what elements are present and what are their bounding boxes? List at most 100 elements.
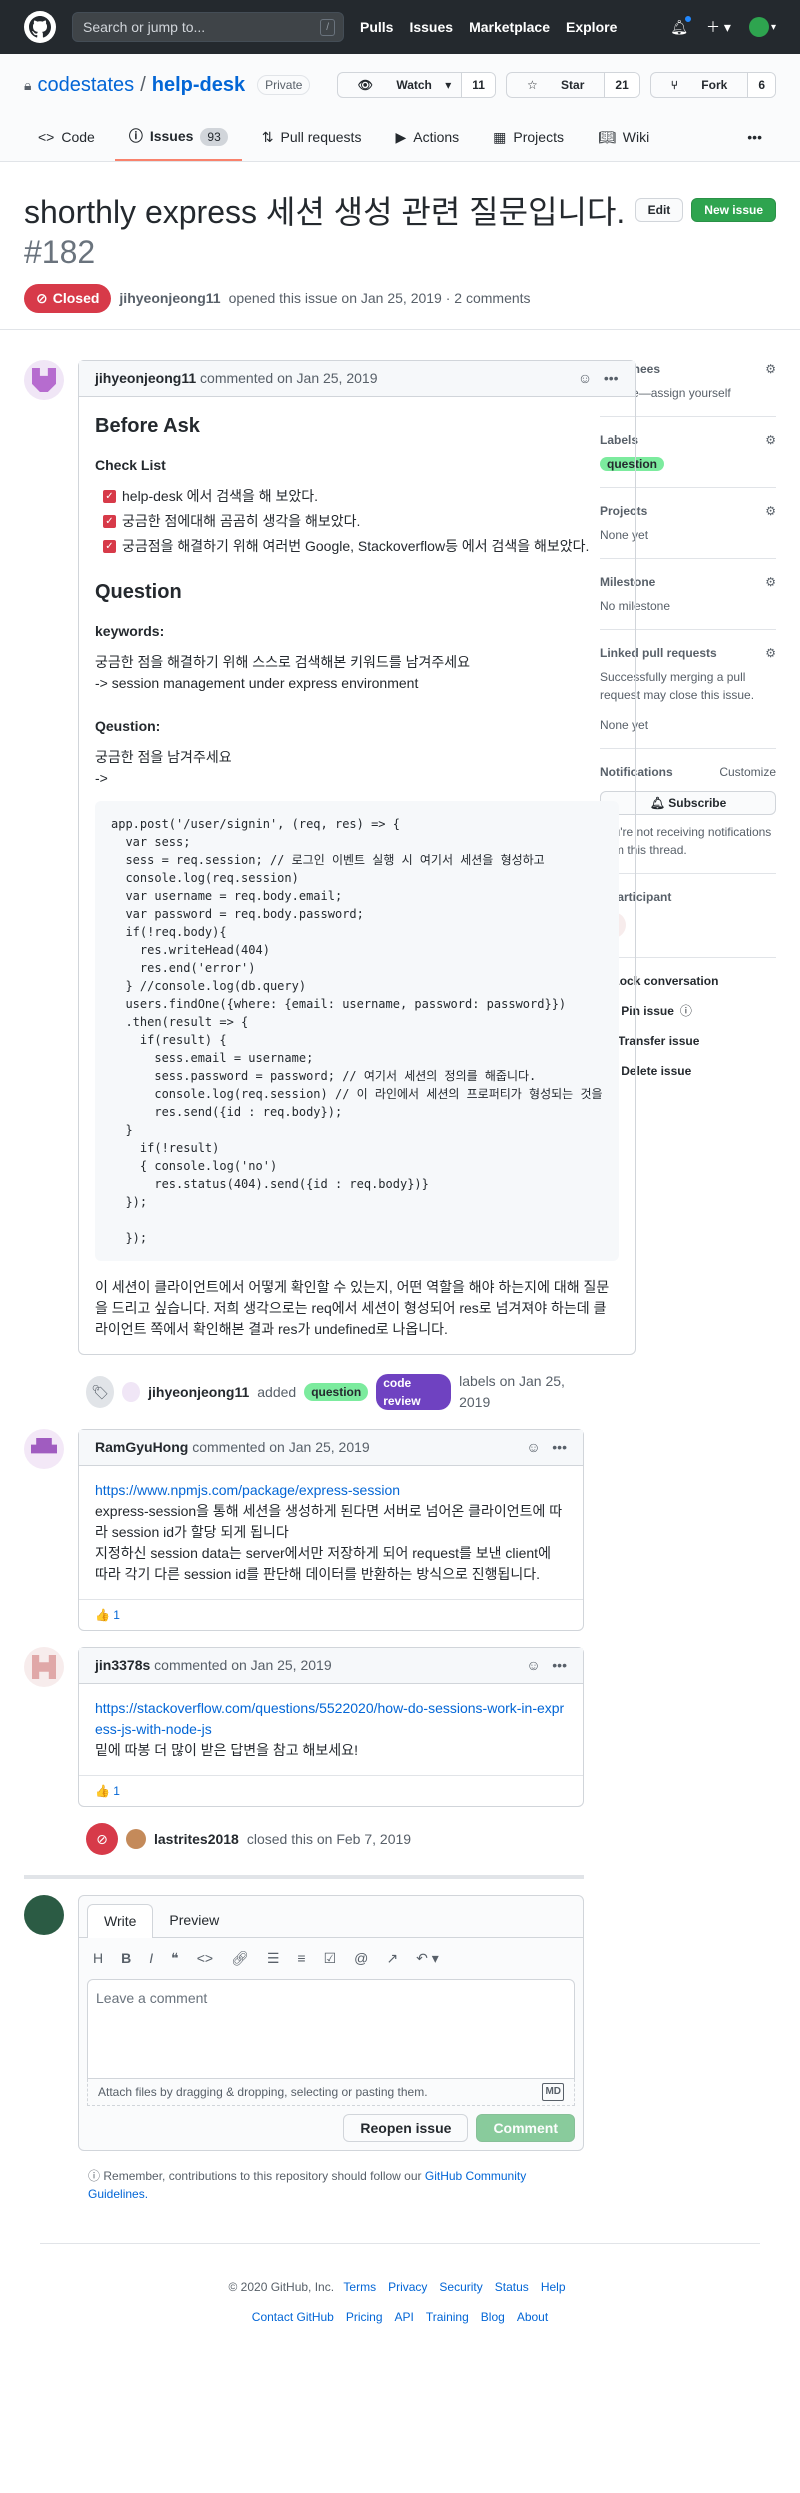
search-input[interactable]: Search or jump to... / xyxy=(72,12,344,42)
checklist-item[interactable]: ✓ 궁금점을 해결하기 위해 여러번 Google, Stackoverflow등… xyxy=(103,536,619,557)
pull-request-icon: ⇅ xyxy=(261,129,274,145)
tab-pull-requests[interactable]: ⇅ Pull requests xyxy=(248,118,376,161)
star-button[interactable]: ☆ Star 21 xyxy=(505,72,640,98)
repo-tabs: <> Code ⓘ Issues 93 ⇅ Pull requests ▶︎ Action… xyxy=(24,118,776,161)
tab-code[interactable]: <> Code xyxy=(24,118,109,161)
fork-button[interactable]: ⑂ Fork 6 xyxy=(649,72,776,98)
tab-actions[interactable]: ▶︎ Actions xyxy=(381,118,473,161)
avatar[interactable] xyxy=(24,1895,64,1935)
nav-issues[interactable]: Issues xyxy=(409,17,453,38)
numbered-list-icon[interactable]: ≡ xyxy=(297,1948,305,1969)
tab-projects[interactable]: ▦ Projects xyxy=(479,118,578,161)
gear-icon[interactable]: ⚙︎ xyxy=(765,644,776,662)
user-avatar[interactable]: ▾ xyxy=(748,17,776,37)
footer-link-training[interactable]: Training xyxy=(426,2310,469,2324)
info-icon: ⓘ xyxy=(88,2169,101,2183)
repo-owner-link[interactable]: codestates xyxy=(37,70,134,100)
comment-author[interactable]: RamGyuHong xyxy=(95,1439,188,1455)
reference-icon[interactable]: ↗ xyxy=(386,1948,398,1969)
heading-icon[interactable]: H xyxy=(93,1948,103,1969)
reaction-thumbsup[interactable]: 👍 1 xyxy=(79,1599,583,1630)
comment-textarea[interactable]: Leave a comment xyxy=(87,1979,575,2079)
edit-button[interactable]: Edit xyxy=(634,198,684,222)
code-icon[interactable]: <> xyxy=(197,1948,213,1969)
nav-pulls[interactable]: Pulls xyxy=(360,17,393,38)
italic-icon[interactable]: I xyxy=(149,1948,153,1969)
npm-link[interactable]: https://www.npmjs.com/package/express-se… xyxy=(95,1482,400,1498)
label-question[interactable]: question xyxy=(304,1383,369,1401)
closed-icon: ⊘ xyxy=(36,290,48,306)
reply-icon[interactable]: ↶ ▾ xyxy=(416,1948,439,1969)
private-badge: Private xyxy=(257,75,311,95)
checklist-item[interactable]: ✓ help-desk 에서 검색을 해 보았다. xyxy=(103,486,619,507)
tab-preview[interactable]: Preview xyxy=(153,1904,235,1937)
nav-explore[interactable]: Explore xyxy=(566,17,617,38)
avatar[interactable] xyxy=(24,1429,64,1469)
footer-link-pricing[interactable]: Pricing xyxy=(346,2310,383,2324)
gear-icon[interactable]: ⚙︎ xyxy=(765,573,776,591)
repo-title: 🔒︎ codestates / help-desk Private 👁︎ Wat… xyxy=(24,70,776,100)
timeline-end-divider xyxy=(24,1875,584,1879)
more-icon[interactable]: ••• xyxy=(552,1657,567,1673)
customize-link[interactable]: Customize xyxy=(719,763,776,781)
format-toolbar: H B I ❝ <> 🔗︎ ☰ ≡ ☑ @ ↗ ↶ ▾ xyxy=(79,1938,583,1979)
repo-header: 🔒︎ codestates / help-desk Private 👁︎ Wat… xyxy=(0,54,800,162)
footer-link-api[interactable]: API xyxy=(395,2310,414,2324)
footer-link-help[interactable]: Help xyxy=(541,2280,566,2294)
comment-author[interactable]: jin3378s xyxy=(95,1657,150,1673)
more-icon[interactable]: ••• xyxy=(552,1439,567,1455)
footer-link-blog[interactable]: Blog xyxy=(481,2310,505,2324)
bulleted-list-icon[interactable]: ☰ xyxy=(267,1948,280,1969)
issue-author-link[interactable]: jihyeonjeong11 xyxy=(119,290,220,306)
comment-button[interactable]: Comment xyxy=(476,2114,575,2142)
bold-icon[interactable]: B xyxy=(121,1948,131,1969)
stackoverflow-link[interactable]: https://stackoverflow.com/questions/5522… xyxy=(95,1700,564,1737)
star-icon: ☆ xyxy=(526,78,538,92)
gear-icon[interactable]: ⚙︎ xyxy=(765,360,776,378)
footer: © 2020 GitHub, Inc. Terms Privacy Security… xyxy=(40,2243,760,2346)
gear-icon[interactable]: ⚙︎ xyxy=(765,502,776,520)
comment-author[interactable]: jihyeonjeong11 xyxy=(95,370,196,386)
avatar[interactable] xyxy=(126,1829,146,1849)
tab-wiki[interactable]: 📖︎ Wiki xyxy=(584,118,663,161)
github-logo-icon[interactable] xyxy=(24,11,56,43)
reaction-thumbsup[interactable]: 👍 1 xyxy=(79,1775,583,1806)
checklist-item[interactable]: ✓ 궁금한 점에대해 곰곰히 생각을 해보았다. xyxy=(103,511,619,532)
nav-marketplace[interactable]: Marketplace xyxy=(469,17,550,38)
gear-icon[interactable]: ⚙︎ xyxy=(765,431,776,449)
more-icon[interactable]: ••• xyxy=(604,370,619,386)
smiley-icon[interactable]: ☺ xyxy=(578,370,592,386)
bell-icon[interactable]: 🔔︎ xyxy=(670,14,693,38)
close-event: ⊘ lastrites2018 closed this on Feb 7, 20… xyxy=(86,1823,584,1855)
label-code-review[interactable]: code review xyxy=(376,1374,452,1410)
footer-link-privacy[interactable]: Privacy xyxy=(388,2280,427,2294)
repo-name-link[interactable]: help-desk xyxy=(152,70,245,100)
tab-write[interactable]: Write xyxy=(87,1904,154,1938)
avatar[interactable] xyxy=(24,360,64,400)
task-list-icon[interactable]: ☑ xyxy=(324,1948,337,1969)
footer-link-status[interactable]: Status xyxy=(495,2280,529,2294)
footer-link-contact[interactable]: Contact GitHub xyxy=(252,2310,334,2324)
eye-icon: 👁︎ xyxy=(357,78,373,92)
footer-link-terms[interactable]: Terms xyxy=(343,2280,376,2294)
more-icon[interactable]: ••• xyxy=(733,118,776,161)
attach-area[interactable]: Attach files by dragging & dropping, sel… xyxy=(87,2079,575,2106)
footer-link-security[interactable]: Security xyxy=(439,2280,482,2294)
quote-icon[interactable]: ❝ xyxy=(171,1948,179,1969)
top-nav: Pulls Issues Marketplace Explore xyxy=(360,17,617,38)
smiley-icon[interactable]: ☺ xyxy=(526,1439,540,1455)
reopen-issue-button[interactable]: Reopen issue xyxy=(343,2114,469,2142)
smiley-icon[interactable]: ☺ xyxy=(526,1657,540,1673)
new-issue-button[interactable]: New issue xyxy=(691,198,776,222)
tab-issues[interactable]: ⓘ Issues 93 xyxy=(114,118,242,161)
avatar[interactable] xyxy=(122,1382,141,1402)
checkbox-checked-icon: ✓ xyxy=(103,490,116,503)
issue-number: #182 xyxy=(24,234,96,270)
link-icon[interactable]: 🔗︎ xyxy=(231,1948,249,1969)
footer-link-about[interactable]: About xyxy=(517,2310,548,2324)
avatar[interactable] xyxy=(24,1647,64,1687)
repo-buttons: 👁︎ Watch ▾ 11 ☆ Star 21 ⑂ Fork 6 xyxy=(336,72,776,98)
mention-icon[interactable]: @ xyxy=(354,1948,368,1969)
plus-icon[interactable]: ＋ ▾ xyxy=(706,17,731,38)
watch-button[interactable]: 👁︎ Watch ▾ 11 xyxy=(336,72,496,98)
